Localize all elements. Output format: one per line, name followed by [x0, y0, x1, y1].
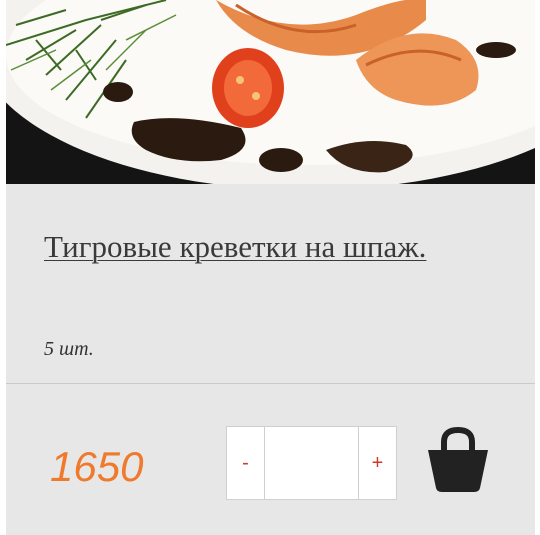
- product-photo[interactable]: [6, 0, 535, 184]
- add-to-cart-button[interactable]: [424, 424, 492, 496]
- increment-button[interactable]: +: [358, 427, 396, 499]
- quantity-input[interactable]: [265, 427, 358, 499]
- product-price: 1650: [50, 443, 144, 490]
- divider: [6, 383, 535, 384]
- product-title-link[interactable]: Тигровые креветки на шпаж.: [44, 225, 464, 268]
- shopping-basket-icon: [428, 426, 488, 492]
- decrement-button[interactable]: -: [227, 427, 265, 499]
- product-card: Тигровые креветки на шпаж. 5 шт. 1650 - …: [6, 0, 535, 535]
- quantity-stepper: - +: [226, 426, 397, 500]
- portion-size: 5 шт.: [44, 338, 94, 360]
